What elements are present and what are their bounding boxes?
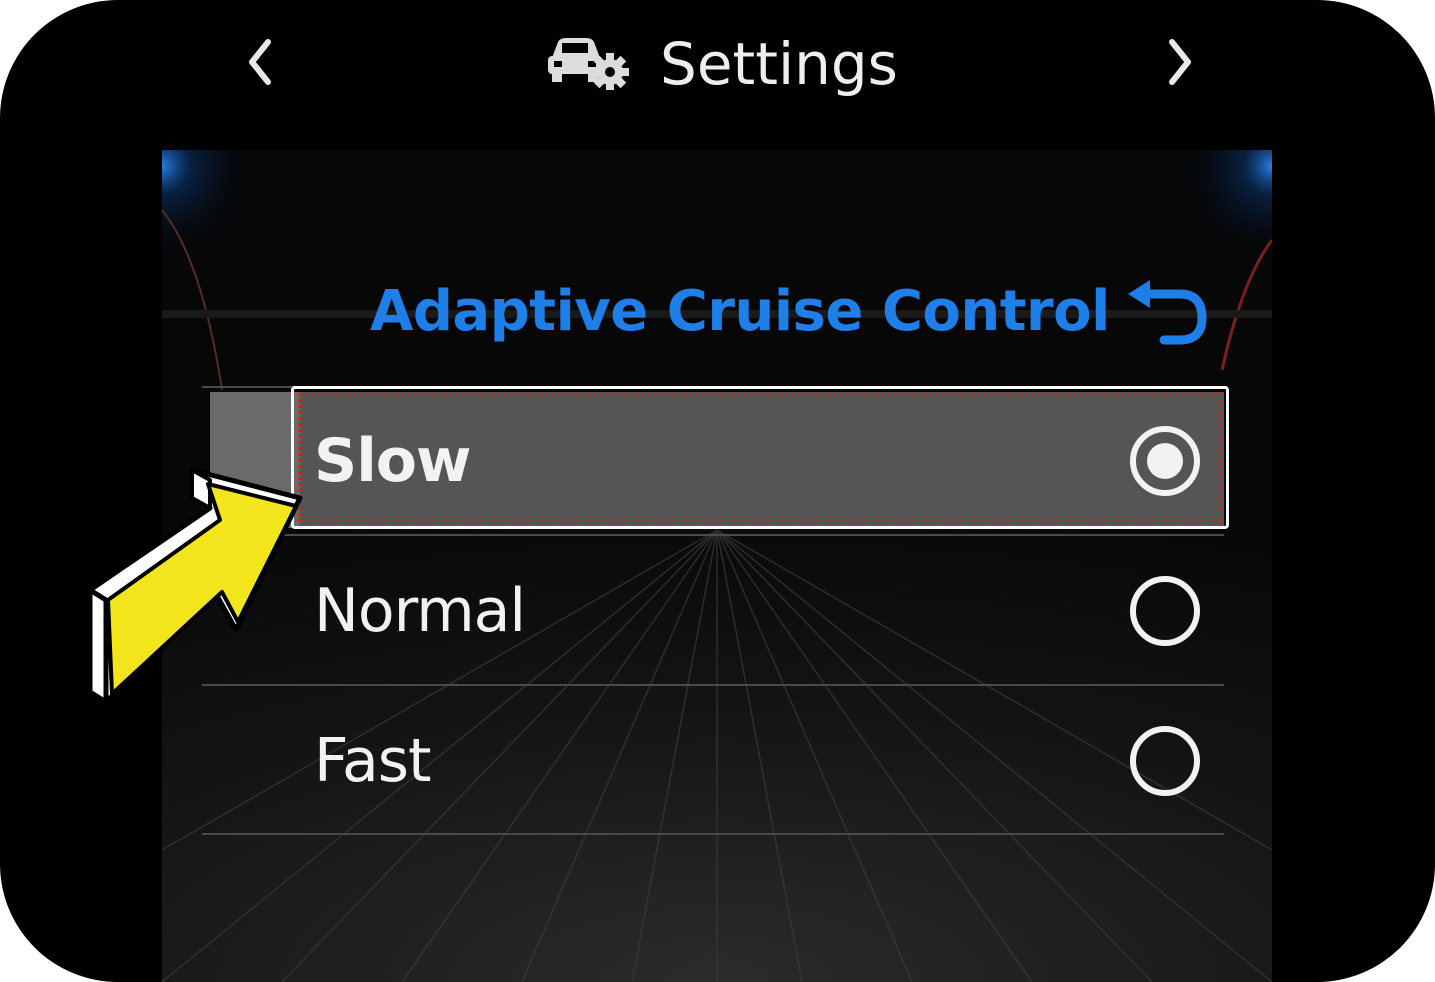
chevron-right-icon[interactable] (1160, 32, 1200, 92)
divider (202, 833, 1224, 835)
chevron-left-icon[interactable] (240, 32, 280, 92)
divider (202, 684, 1224, 686)
header-bar: Settings (0, 0, 1435, 130)
back-arrow-icon[interactable] (1124, 278, 1210, 348)
option-normal[interactable]: Normal (202, 537, 1224, 683)
radio-unselected-icon[interactable] (1128, 574, 1202, 648)
option-label: Normal (314, 576, 526, 646)
head-unit-frame: Settings Adaptive Cruise Control Slow No… (0, 0, 1435, 982)
radio-unselected-icon[interactable] (1128, 724, 1202, 798)
car-settings-icon (548, 38, 629, 90)
highlight-dotted-border (298, 393, 1222, 522)
option-label: Fast (314, 726, 432, 796)
page-title: Adaptive Cruise Control (370, 279, 1110, 344)
highlight-box (291, 386, 1229, 529)
header-title: Settings (660, 30, 898, 98)
divider (202, 534, 1224, 536)
pointer-arrow-icon (87, 467, 303, 705)
option-fast[interactable]: Fast (202, 687, 1224, 833)
